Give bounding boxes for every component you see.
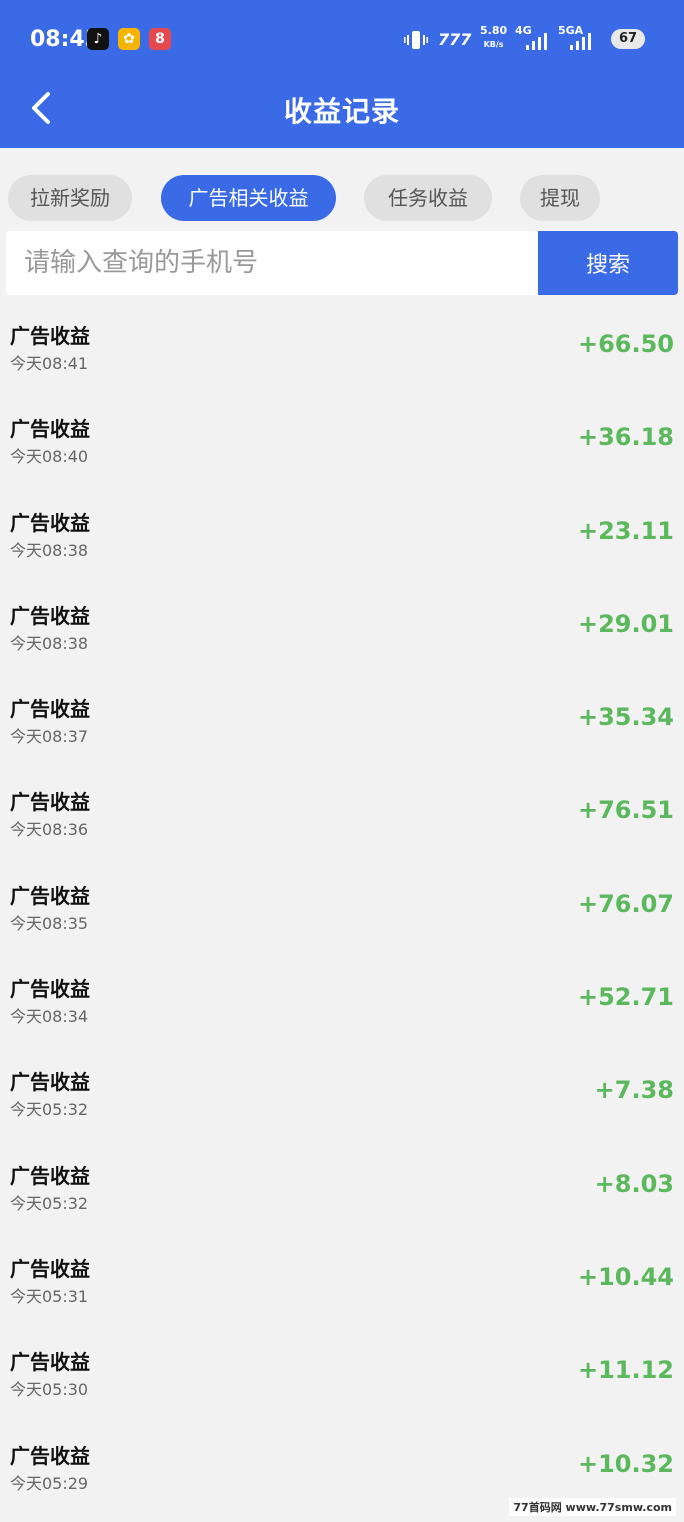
record-title: 广告收益 <box>10 1350 90 1375</box>
list-item: 广告收益今天08:35 +76.07 <box>0 860 684 953</box>
record-title: 广告收益 <box>10 977 90 1002</box>
record-amount: +76.51 <box>577 796 674 825</box>
record-amount: +11.12 <box>577 1356 674 1385</box>
list-item: 广告收益今天08:38 +23.11 <box>0 487 684 580</box>
record-title: 广告收益 <box>10 417 90 442</box>
record-time: 今天08:40 <box>10 447 89 467</box>
signal-icon <box>526 32 552 50</box>
record-amount: +29.01 <box>577 609 674 638</box>
vibrate-icon <box>404 30 428 50</box>
record-title: 广告收益 <box>10 603 90 628</box>
search-bar: 搜索 <box>6 231 678 295</box>
status-bar: 08:43 ♪ ✿ 8 777 5.80 KB/s 4G 5GA 67 <box>0 0 684 80</box>
record-amount: +35.34 <box>577 703 674 732</box>
record-amount: +66.50 <box>577 330 674 358</box>
record-amount: +76.07 <box>577 889 674 918</box>
list-item: 广告收益今天08:36 +76.51 <box>0 766 684 859</box>
tiktok-icon: ♪ <box>87 28 109 50</box>
app-notification-icon: ✿ <box>118 28 140 50</box>
record-title: 广告收益 <box>10 1443 90 1468</box>
record-title: 广告收益 <box>10 883 90 908</box>
record-time: 今天08:35 <box>10 913 89 933</box>
record-time: 今天08:37 <box>10 727 89 747</box>
record-title: 广告收益 <box>10 790 90 815</box>
list-item: 广告收益今天05:32 +8.03 <box>0 1140 684 1233</box>
record-amount: +10.32 <box>577 1449 674 1478</box>
record-amount: +8.03 <box>594 1169 674 1198</box>
record-time: 今天08:38 <box>10 540 89 560</box>
net-speed: 5.80 KB/s <box>480 24 508 49</box>
list-item: 广告收益今天05:31 +10.44 <box>0 1233 684 1326</box>
search-button[interactable]: 搜索 <box>538 231 678 295</box>
list-item: 广告收益今天05:30 +11.12 <box>0 1326 684 1419</box>
page-title: 收益记录 <box>283 95 400 128</box>
record-amount: +7.38 <box>594 1076 674 1105</box>
list-item: 广告收益今天08:34 +52.71 <box>0 953 684 1046</box>
record-amount: +52.71 <box>577 983 674 1012</box>
tab-task-income[interactable]: 任务收益 <box>364 175 492 221</box>
record-amount: +36.18 <box>577 423 674 452</box>
record-time: 今天08:38 <box>10 633 89 653</box>
record-time: 今天05:30 <box>10 1380 89 1400</box>
record-time: 今天05:32 <box>10 1100 89 1120</box>
record-title: 广告收益 <box>10 1256 90 1281</box>
watermark: 77首码网 www.77smw.com <box>509 1498 676 1516</box>
hd-icon: 777 <box>438 30 472 49</box>
tab-referral-reward[interactable]: 拉新奖励 <box>8 175 132 221</box>
list-item: 广告收益今天08:38 +29.01 <box>0 580 684 673</box>
battery-icon: 67 <box>611 29 645 49</box>
list-item: 广告收益今天08:41 +66.50 <box>0 300 684 393</box>
record-time: 今天08:41 <box>10 354 89 373</box>
tab-bar: 拉新奖励 广告相关收益 任务收益 提现 <box>0 175 684 221</box>
list-item: 广告收益今天08:40 +36.18 <box>0 393 684 486</box>
app-header: 08:43 ♪ ✿ 8 777 5.80 KB/s 4G 5GA 67 收益记录 <box>0 0 684 148</box>
record-amount: +10.44 <box>577 1262 674 1291</box>
list-item: 广告收益今天08:37 +35.34 <box>0 673 684 766</box>
record-time: 今天08:36 <box>10 820 89 840</box>
record-title: 广告收益 <box>10 1163 90 1188</box>
record-title: 广告收益 <box>10 324 90 348</box>
record-time: 今天05:31 <box>10 1286 89 1306</box>
record-title: 广告收益 <box>10 697 90 722</box>
income-record-list: 广告收益 今天08:41 +66.50 广告收益 今天08:40 +36.18 广告收益 今天… <box>0 300 684 1513</box>
record-time: 今天05:29 <box>10 1473 89 1493</box>
search-input[interactable] <box>6 231 538 295</box>
record-amount: +23.11 <box>577 516 674 545</box>
record-title: 广告收益 <box>10 1070 90 1095</box>
app-notification-icon-2: 8 <box>149 28 171 50</box>
signal-icon-2 <box>570 32 596 50</box>
record-time: 今天05:32 <box>10 1193 89 1213</box>
tab-withdraw[interactable]: 提现 <box>520 175 600 221</box>
list-item: 广告收益今天05:32 +7.38 <box>0 1046 684 1139</box>
record-title: 广告收益 <box>10 510 90 535</box>
tab-ad-income[interactable]: 广告相关收益 <box>161 175 336 221</box>
record-time: 今天08:34 <box>10 1007 89 1027</box>
